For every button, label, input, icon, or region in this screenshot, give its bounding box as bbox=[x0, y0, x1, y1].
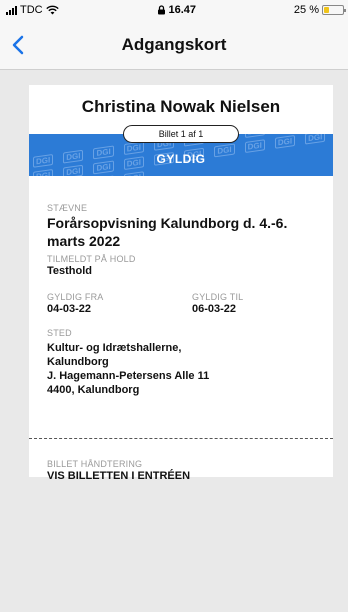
registered-label: TILMELDT PÅ HOLD bbox=[47, 254, 136, 264]
place-line: 4400, Kalundborg bbox=[47, 384, 140, 396]
band-pattern-logo: DGI bbox=[244, 134, 265, 139]
registered-value: Testhold bbox=[47, 265, 93, 277]
signal-icon bbox=[6, 5, 17, 15]
carrier-info: TDC bbox=[6, 4, 59, 16]
dashed-divider bbox=[29, 438, 333, 439]
page-title: Adgangskort bbox=[121, 34, 227, 54]
navigation-bar: Adgangskort bbox=[0, 20, 348, 70]
band-pattern-logo: DGI bbox=[33, 168, 54, 176]
valid-to-label: GYLDIG TIL bbox=[192, 292, 244, 302]
place-line: Kalundborg bbox=[47, 356, 109, 368]
place-line: J. Hagemann-Petersens Alle 11 bbox=[47, 370, 210, 382]
valid-to-value: 06-03-22 bbox=[192, 303, 237, 315]
clock: 16.47 bbox=[157, 4, 197, 16]
band-pattern-logo: DGI bbox=[244, 139, 265, 154]
event-label: STÆVNE bbox=[47, 203, 88, 213]
battery-icon bbox=[322, 5, 346, 15]
handling-label: BILLET HÅNDTERING bbox=[47, 459, 143, 469]
battery-fill bbox=[324, 7, 329, 13]
band-pattern-logo: DGI bbox=[274, 134, 296, 149]
ticket-card: Christina Nowak Nielsen DGI DGI DGI DGI DGI D… bbox=[29, 85, 333, 482]
handling-value: VIS BILLETTEN I ENTRÉEN bbox=[47, 470, 191, 482]
place-label: STED bbox=[47, 328, 72, 338]
time-label: 16.47 bbox=[168, 4, 197, 16]
battery-percent: 25 % bbox=[293, 4, 319, 16]
band-pattern-logo: DGI bbox=[305, 134, 326, 145]
event-name: Forårsopvisning Kalundborg d. 4.-6. mart… bbox=[47, 215, 288, 249]
ticket-status: GYLDIG bbox=[156, 152, 206, 166]
band-pattern-logo: DGI bbox=[123, 171, 144, 176]
ticket-count-badge: Billet 1 af 1 bbox=[123, 125, 239, 143]
chevron-left-icon bbox=[12, 35, 24, 55]
valid-from-label: GYLDIG FRA bbox=[47, 292, 104, 302]
band-pattern-logo: DGI bbox=[93, 175, 114, 176]
battery-info: 25 % bbox=[293, 4, 346, 16]
lock-icon bbox=[157, 5, 165, 15]
place-address: Kultur- og Idrætshallerne, Kalundborg J.… bbox=[47, 341, 247, 397]
status-bar: TDC 16.47 25 % bbox=[0, 0, 348, 20]
back-button[interactable] bbox=[6, 32, 30, 58]
band-pattern-logo: DGI bbox=[63, 164, 84, 176]
valid-from-value: 04-03-22 bbox=[47, 303, 92, 315]
place-line: Kultur- og Idrætshallerne, bbox=[47, 342, 182, 354]
carrier-label: TDC bbox=[20, 4, 43, 16]
ticket-holder-name: Christina Nowak Nielsen bbox=[81, 97, 281, 116]
wifi-icon bbox=[45, 5, 59, 15]
